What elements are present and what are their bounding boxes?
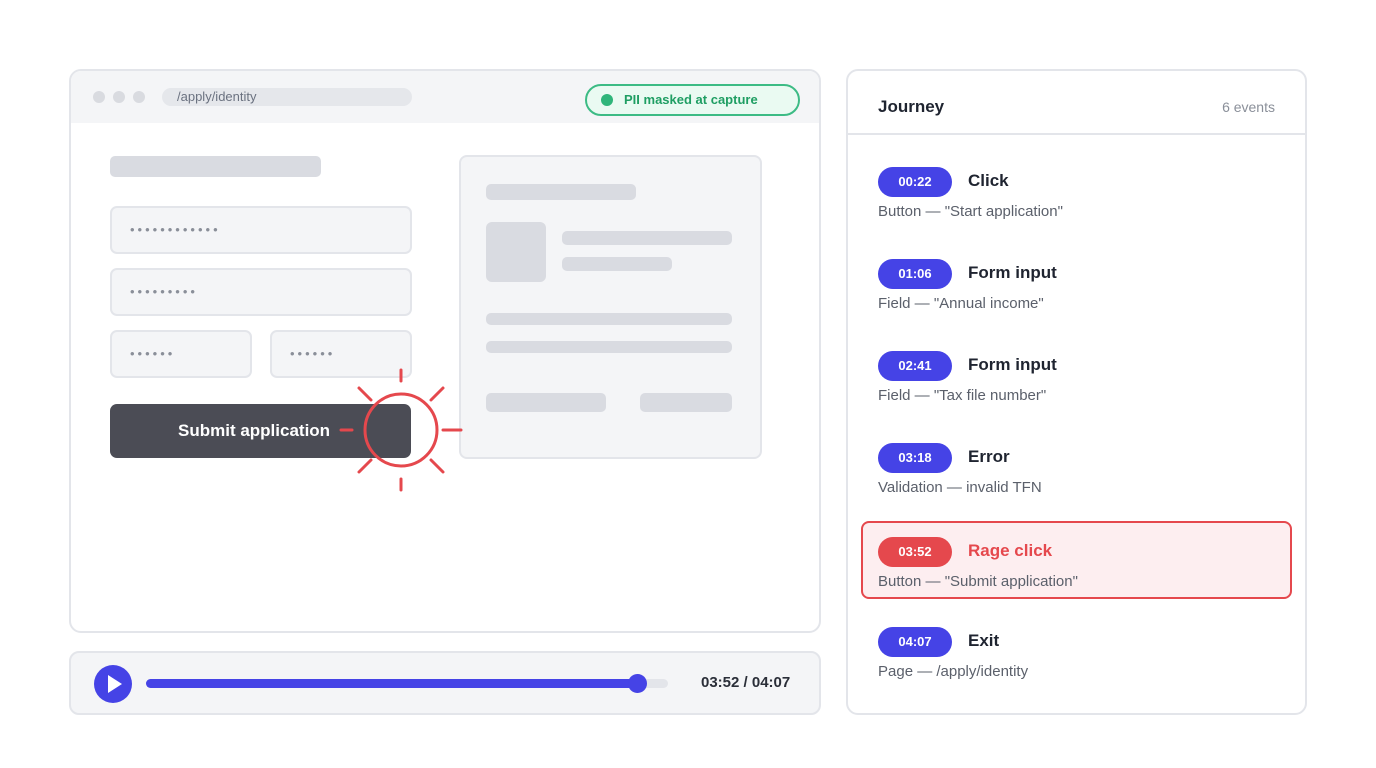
event-name: Form input [968, 355, 1057, 374]
journey-event[interactable]: 01:06 Form input Field — "Annual income" [878, 259, 1298, 329]
button-placeholder [640, 393, 732, 412]
text-placeholder [562, 231, 732, 245]
event-time-badge: 03:18 [878, 443, 952, 473]
event-name: Form input [968, 263, 1057, 282]
event-description: Validation — invalid TFN [878, 479, 1042, 496]
event-description: Button — "Start application" [878, 203, 1063, 220]
play-icon [108, 675, 122, 693]
event-time-badge: 02:41 [878, 351, 952, 381]
event-time-badge: 01:06 [878, 259, 952, 289]
journey-title: Journey [878, 97, 945, 116]
journey-event[interactable]: 03:18 Error Validation — invalid TFN [878, 443, 1298, 513]
form-title-placeholder [110, 156, 321, 177]
text-placeholder [486, 184, 636, 200]
event-description: Button — "Submit application" [878, 573, 1078, 590]
masked-field: ••••••••• [110, 268, 412, 316]
event-time-badge: 00:22 [878, 167, 952, 197]
url-bar: /apply/identity [162, 88, 412, 106]
event-description: Page — /apply/identity [878, 663, 1029, 680]
event-time-badge: 03:52 [878, 537, 952, 567]
window-dot-icon [93, 91, 105, 103]
window-dot-icon [113, 91, 125, 103]
pii-masked-badge: PII masked at capture [585, 84, 800, 116]
rage-click-burst-icon [339, 368, 463, 492]
masked-field: •••••• [110, 330, 252, 378]
image-placeholder [486, 222, 546, 282]
text-placeholder [562, 257, 672, 271]
journey-header: Journey 6 events [848, 71, 1305, 135]
timeline-handle[interactable] [627, 674, 647, 693]
replay-player-bar: 03:52 / 04:07 [69, 651, 821, 715]
journey-event-rage-click[interactable]: 03:52 Rage click Button — "Submit applic… [861, 521, 1292, 599]
event-count: 6 events [1222, 99, 1275, 115]
event-name: Error [968, 447, 1010, 466]
pii-badge-label: PII masked at capture [624, 92, 758, 107]
event-name: Click [968, 171, 1009, 190]
status-dot-icon [601, 94, 613, 106]
masked-field: •••••••••••• [110, 206, 412, 254]
timeline-progress [146, 679, 637, 688]
journey-event[interactable]: 00:22 Click Button — "Start application" [878, 167, 1298, 237]
browser-toolbar: /apply/identity PII masked at capture [71, 71, 819, 123]
event-name: Exit [968, 631, 1000, 650]
journey-event[interactable]: 02:41 Form input Field — "Tax file numbe… [878, 351, 1298, 421]
session-replay-window: /apply/identity PII masked at capture ••… [69, 69, 821, 633]
playback-time: 03:52 / 04:07 [701, 674, 791, 691]
journey-panel: Journey 6 events 00:22 Click Button — "S… [846, 69, 1307, 715]
play-button[interactable] [94, 665, 132, 703]
event-description: Field — "Annual income" [878, 295, 1044, 312]
event-description: Field — "Tax file number" [878, 387, 1047, 404]
event-name: Rage click [968, 541, 1053, 560]
text-placeholder [486, 313, 732, 325]
timeline-scrubber[interactable] [146, 674, 668, 693]
window-dot-icon [133, 91, 145, 103]
journey-event[interactable]: 04:07 Exit Page — /apply/identity [878, 627, 1298, 697]
event-time-badge: 04:07 [878, 627, 952, 657]
